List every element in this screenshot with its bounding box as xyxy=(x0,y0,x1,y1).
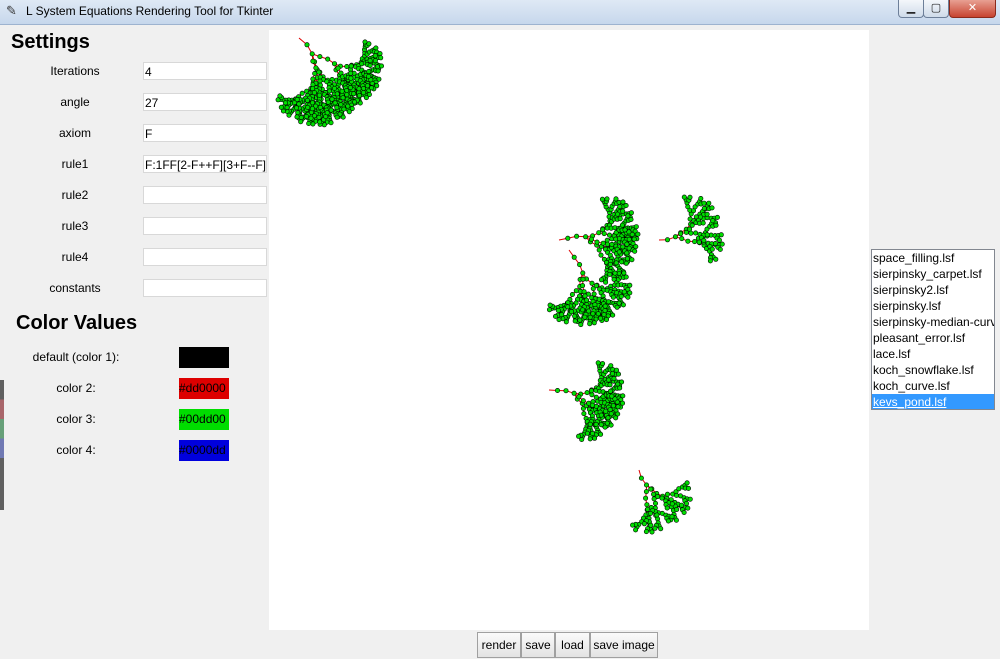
feather-icon: ✎ xyxy=(6,4,17,19)
color1-swatch[interactable] xyxy=(179,347,229,368)
rule2-label: rule2 xyxy=(61,188,89,202)
file-list-item[interactable]: lace.lsf xyxy=(872,346,994,362)
angle-label: angle xyxy=(60,95,90,109)
color1-label: default (color 1): xyxy=(32,350,120,364)
file-listbox[interactable]: space_filling.lsf sierpinsky_carpet.lsf si… xyxy=(871,249,995,410)
close-button[interactable]: ✕ xyxy=(949,0,996,18)
file-list-item[interactable]: pleasant_error.lsf xyxy=(872,330,994,346)
iterations-label: Iterations xyxy=(50,64,100,78)
settings-heading: Settings xyxy=(11,31,90,53)
file-list-item[interactable]: sierpinsky_carpet.lsf xyxy=(872,266,994,282)
color-values-heading: Color Values xyxy=(16,312,138,334)
maximize-button[interactable]: ▢ xyxy=(923,0,949,18)
color4-label: color 4: xyxy=(56,443,96,457)
load-button[interactable]: load xyxy=(555,632,590,658)
minimize-button[interactable]: ▁ xyxy=(898,0,924,18)
file-list-item[interactable]: sierpinsky2.lsf xyxy=(872,282,994,298)
file-list-item[interactable]: sierpinsky-median-curve.lsf xyxy=(872,314,994,330)
file-list-item[interactable]: space_filling.lsf xyxy=(872,250,994,266)
axiom-input[interactable] xyxy=(143,124,267,142)
color3-swatch[interactable]: #00dd00 xyxy=(179,409,229,430)
app-window: ✎ L System Equations Rendering Tool for … xyxy=(0,0,1000,659)
save-image-button[interactable]: save image xyxy=(590,632,658,658)
rule3-input[interactable] xyxy=(143,217,267,235)
file-list-item[interactable]: koch_snowflake.lsf xyxy=(872,362,994,378)
color4-swatch[interactable]: #0000dd xyxy=(179,440,229,461)
color2-swatch[interactable]: #dd0000 xyxy=(179,378,229,399)
iterations-input[interactable] xyxy=(143,62,267,80)
lsystem-drawing xyxy=(275,37,725,535)
rule4-label: rule4 xyxy=(61,250,89,264)
rule1-label: rule1 xyxy=(61,157,89,171)
axiom-label: axiom xyxy=(58,126,91,140)
angle-input[interactable] xyxy=(143,93,267,111)
file-list-item[interactable]: koch_curve.lsf xyxy=(872,378,994,394)
background-window-edge xyxy=(0,380,4,510)
color2-label: color 2: xyxy=(56,381,96,395)
window-title: L System Equations Rendering Tool for Tk… xyxy=(26,4,274,18)
rule4-input[interactable] xyxy=(143,248,267,266)
file-list-item[interactable]: kevs_pond.lsf xyxy=(872,394,994,409)
color3-label: color 3: xyxy=(56,412,96,426)
rule1-input[interactable] xyxy=(143,155,267,173)
rule3-label: rule3 xyxy=(61,219,89,233)
rule2-input[interactable] xyxy=(143,186,267,204)
constants-label: constants xyxy=(49,281,101,295)
title-bar[interactable]: ✎ L System Equations Rendering Tool for … xyxy=(0,0,1000,25)
render-canvas[interactable] xyxy=(269,30,869,630)
constants-input[interactable] xyxy=(143,279,267,297)
save-button[interactable]: save xyxy=(521,632,555,658)
file-list-item[interactable]: sierpinsky.lsf xyxy=(872,298,994,314)
render-button[interactable]: render xyxy=(477,632,521,658)
